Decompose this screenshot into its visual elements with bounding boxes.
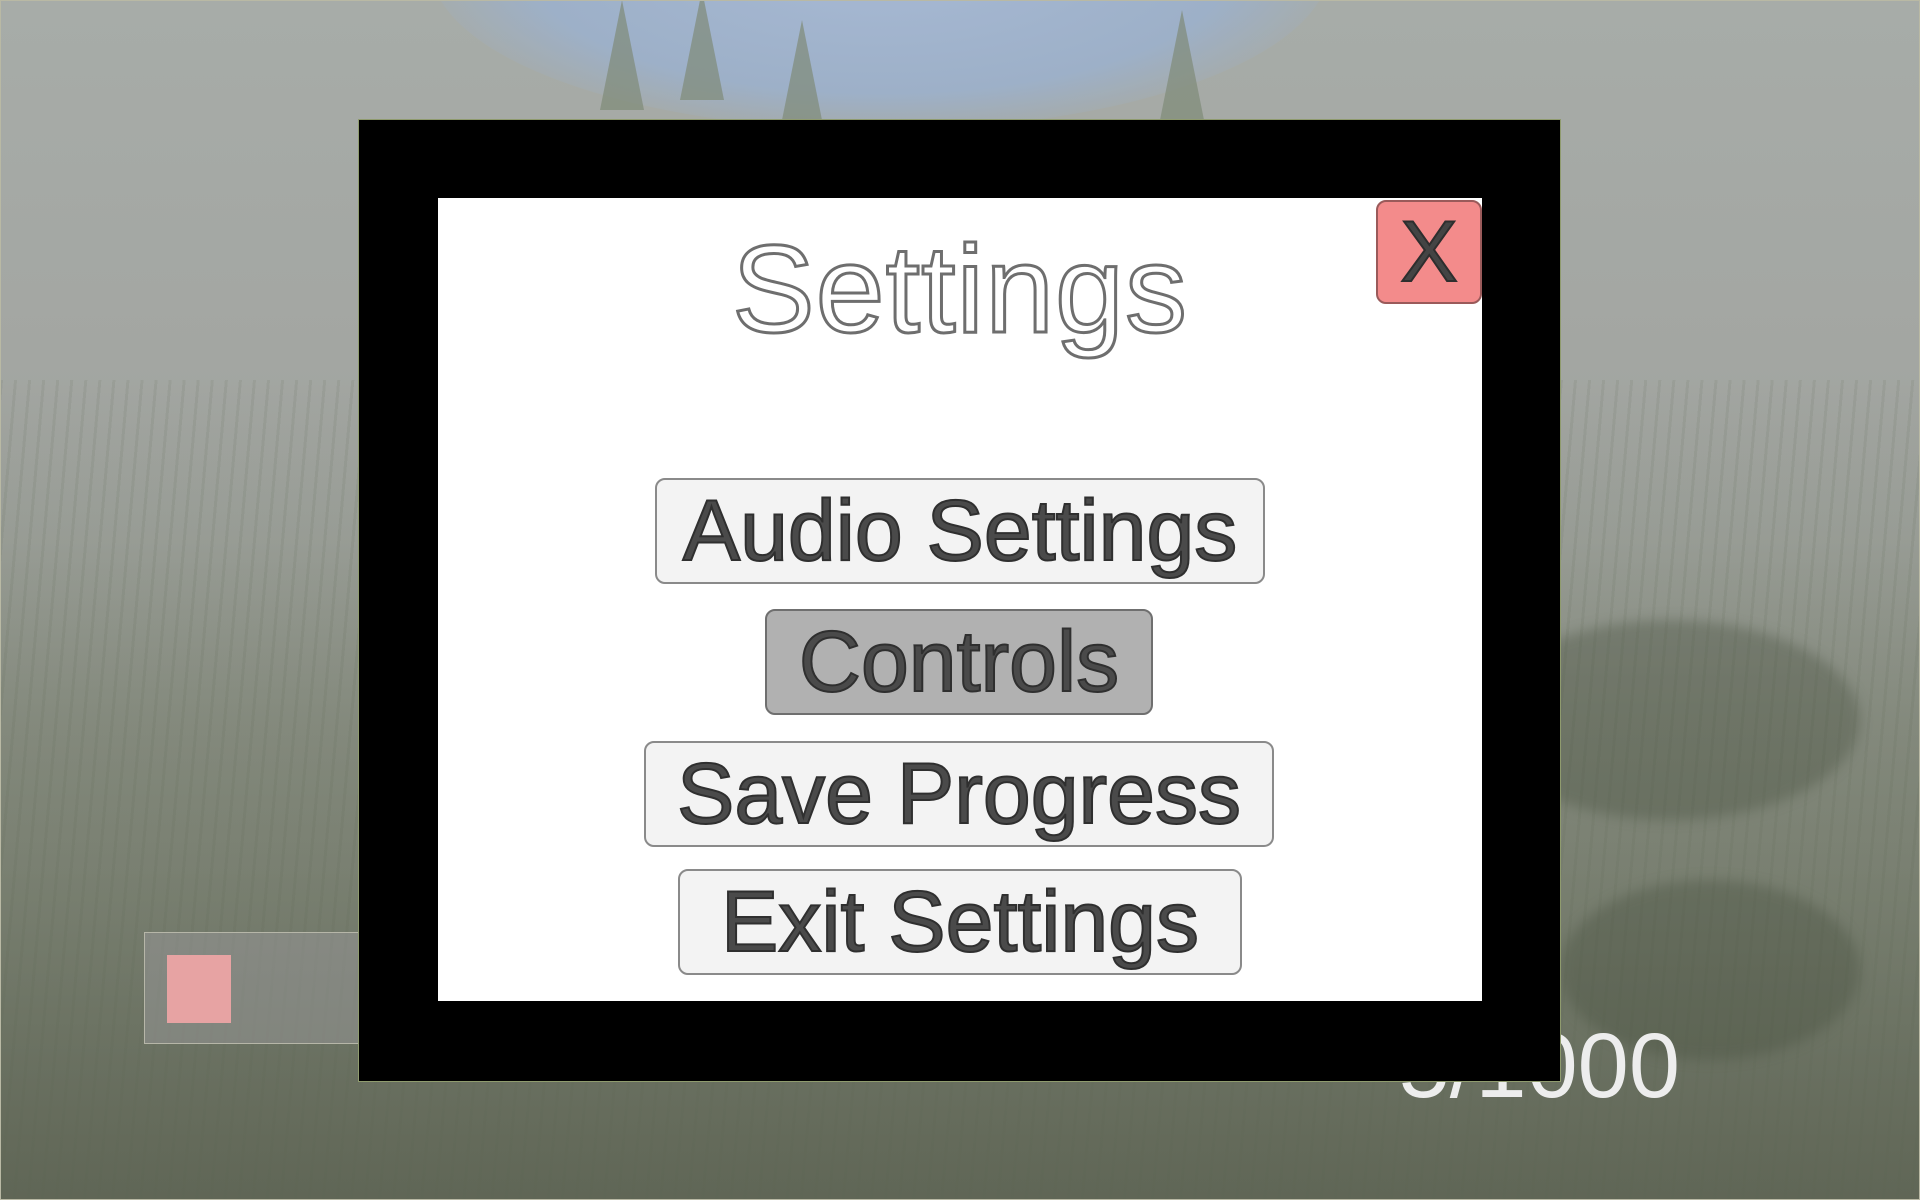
save-progress-button[interactable]: Save Progress (644, 741, 1274, 847)
exit-settings-button[interactable]: Exit Settings (678, 869, 1242, 975)
tree-silhouette (600, 0, 644, 110)
settings-title: Settings (730, 220, 1189, 361)
controls-label: Controls (798, 613, 1120, 711)
controls-button[interactable]: Controls (765, 609, 1153, 715)
tree-silhouette (1160, 10, 1204, 120)
exit-settings-label: Exit Settings (720, 873, 1200, 971)
audio-settings-button[interactable]: Audio Settings (655, 478, 1265, 584)
close-button[interactable]: X (1376, 200, 1482, 304)
audio-settings-label: Audio Settings (682, 482, 1239, 580)
save-progress-label: Save Progress (676, 745, 1242, 843)
close-icon: X (1399, 204, 1458, 300)
tree-silhouette (780, 20, 824, 130)
health-bar-fill (167, 955, 231, 1023)
tree-silhouette (680, 0, 724, 100)
settings-panel: Settings X Audio Settings Controls Save … (438, 198, 1482, 1001)
